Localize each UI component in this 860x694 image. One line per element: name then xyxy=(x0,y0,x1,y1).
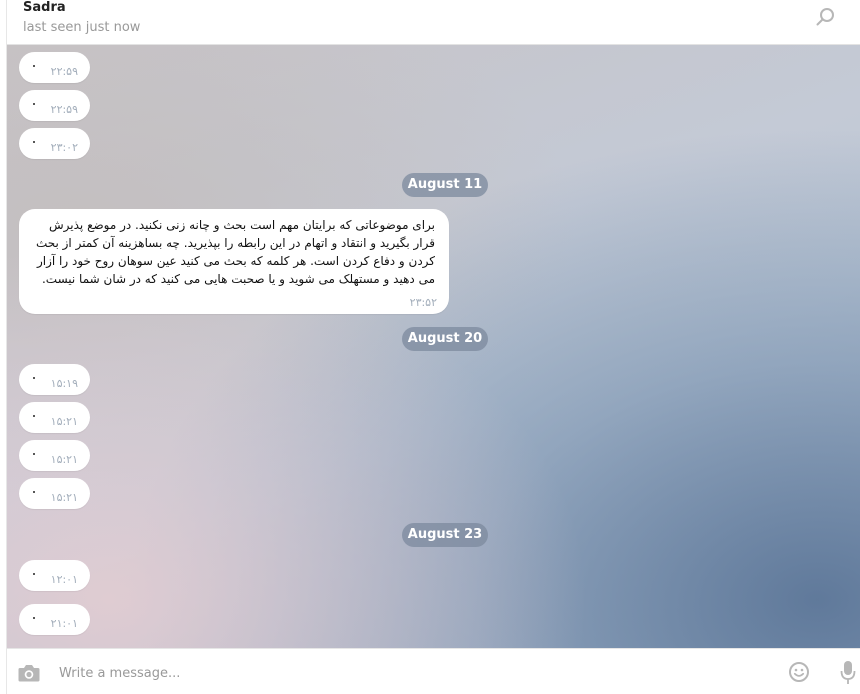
message-text xyxy=(33,377,35,379)
message-time: ۱۵:۱۹ xyxy=(50,377,78,390)
message-bubble[interactable]: برای موضوعاتی که برایتان مهم است بحث و چ… xyxy=(19,209,449,314)
date-separator: August 23 xyxy=(402,523,488,547)
search-icon[interactable] xyxy=(816,7,836,27)
message-text xyxy=(33,103,35,105)
peer-status: last seen just now xyxy=(23,20,141,35)
message-text xyxy=(33,415,35,417)
message-bubble[interactable]: ۱۵:۲۱ xyxy=(19,478,90,509)
message-bubble[interactable]: ۱۵:۱۹ xyxy=(19,364,90,395)
message-text xyxy=(33,141,35,143)
message-bubble[interactable]: ۲۲:۵۹ xyxy=(19,52,90,83)
message-bubble[interactable]: ۲۱:۰۱ xyxy=(19,604,90,635)
message-text: برای موضوعاتی که برایتان مهم است بحث و چ… xyxy=(35,218,435,286)
telegram-window: Sadra last seen just now ۲۲:۵۹ ۲۲:۵۹ ۲۳:… xyxy=(0,0,860,694)
message-time: ۱۵:۲۱ xyxy=(50,491,78,504)
message-bubble[interactable]: ۱۲:۰۱ xyxy=(19,560,90,591)
chat-header: Sadra last seen just now xyxy=(7,0,860,45)
message-time: ۲۱:۰۱ xyxy=(50,617,78,630)
message-bubble[interactable]: ۲۳:۰۲ xyxy=(19,128,90,159)
smile-icon[interactable] xyxy=(788,661,810,683)
message-time: ۱۵:۲۱ xyxy=(50,453,78,466)
message-time: ۲۲:۵۹ xyxy=(50,65,78,78)
message-time: ۲۳:۰۲ xyxy=(50,141,78,154)
date-separator: August 11 xyxy=(402,173,488,197)
date-separator: August 20 xyxy=(402,327,488,351)
message-time: ۱۵:۲۱ xyxy=(50,415,78,428)
message-history[interactable]: ۲۲:۵۹ ۲۲:۵۹ ۲۳:۰۲ August 11 برای موضوعات… xyxy=(7,45,860,648)
left-edge xyxy=(0,0,7,694)
peer-name[interactable]: Sadra xyxy=(23,0,66,15)
message-text xyxy=(33,65,35,67)
message-composer xyxy=(7,648,860,694)
message-bubble[interactable]: ۲۲:۵۹ xyxy=(19,90,90,121)
microphone-icon[interactable] xyxy=(840,660,856,686)
message-text xyxy=(33,491,35,493)
message-text xyxy=(33,453,35,455)
message-input[interactable] xyxy=(57,661,761,685)
message-time: ۲۳:۵۲ xyxy=(409,296,437,309)
message-bubble[interactable]: ۱۵:۲۱ xyxy=(19,440,90,471)
message-time: ۲۲:۵۹ xyxy=(50,103,78,116)
message-text xyxy=(33,573,35,575)
message-time: ۱۲:۰۱ xyxy=(50,573,78,586)
message-bubble[interactable]: ۱۵:۲۱ xyxy=(19,402,90,433)
message-text xyxy=(33,617,35,619)
camera-icon[interactable] xyxy=(17,663,41,683)
